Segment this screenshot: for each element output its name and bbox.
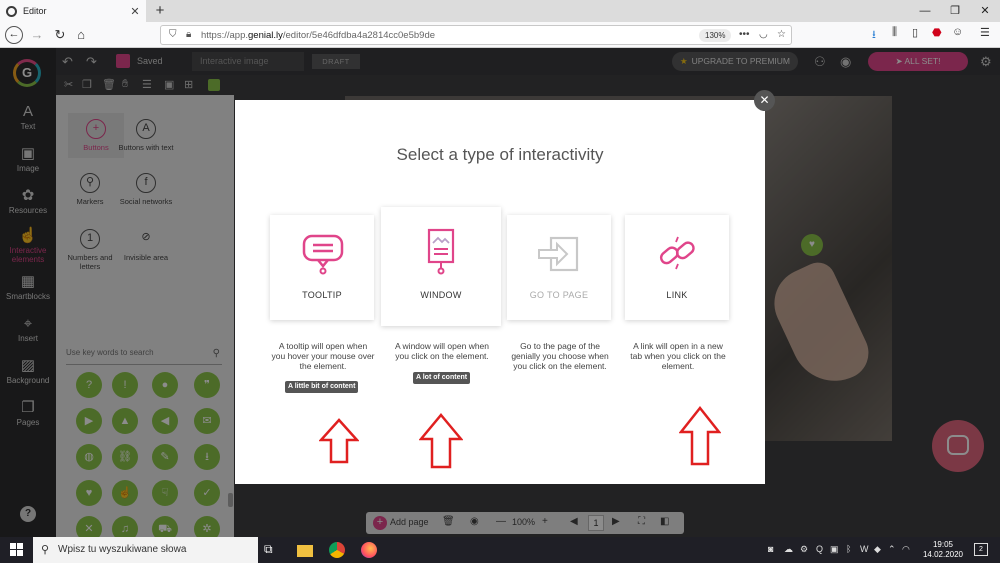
window-close-button[interactable]: ✕ xyxy=(970,0,1000,22)
option-tooltip-card[interactable]: TOOLTIP xyxy=(270,215,374,320)
taskbar-search-placeholder: Wpisz tu wyszukiwane słowa xyxy=(58,544,187,555)
file-explorer-icon[interactable] xyxy=(297,545,313,557)
red-arrow-up-icon xyxy=(679,406,721,466)
word-icon[interactable]: W xyxy=(860,544,869,554)
browser-tab-editor[interactable]: Editor ✕ xyxy=(0,0,146,22)
tab-close-icon[interactable]: ✕ xyxy=(128,5,142,18)
red-arrow-up-icon xyxy=(419,413,463,469)
tracking-shield-icon[interactable]: ⛉ xyxy=(169,29,177,40)
option-label: LINK xyxy=(666,290,688,300)
option-label: TOOLTIP xyxy=(302,290,342,300)
notification-center-icon[interactable]: 2 xyxy=(974,543,988,556)
option-go-to-page-card[interactable]: GO TO PAGE xyxy=(507,215,611,320)
chrome-icon[interactable] xyxy=(329,542,345,558)
reload-button[interactable]: ↻ xyxy=(51,26,69,44)
option-label: GO TO PAGE xyxy=(529,290,589,300)
firefox-icon[interactable] xyxy=(361,542,377,558)
home-button[interactable]: ⌂ xyxy=(72,26,90,44)
tray-icon-q[interactable]: Q xyxy=(816,544,823,554)
option-window-chip: A lot of content xyxy=(413,372,471,384)
clock-date: 14.02.2020 xyxy=(922,550,964,559)
taskbar-search-box[interactable]: ⚲ Wpisz tu wyszukiwane słowa xyxy=(33,537,258,563)
show-hidden-icons-chevron-icon[interactable]: ⌃ xyxy=(888,544,896,555)
option-link-card[interactable]: LINK xyxy=(625,215,729,320)
option-window-description: A window will open when you click on the… xyxy=(394,341,490,361)
library-icon[interactable]: ⫼ xyxy=(892,26,897,39)
pocket-icon[interactable]: ◡ xyxy=(759,29,768,40)
more-actions-icon[interactable]: ••• xyxy=(739,29,750,40)
tray-icon-app2[interactable]: ◆ xyxy=(874,544,881,555)
windows-taskbar: ⚲ Wpisz tu wyszukiwane słowa ⧉ ◙ ☁ ⚙ Q ▣… xyxy=(0,537,1000,563)
back-button[interactable]: ← xyxy=(5,26,23,44)
lock-icon[interactable]: 🔒︎ xyxy=(186,29,191,40)
sidebar-icon[interactable]: ▯ xyxy=(912,26,918,39)
option-window-card[interactable]: WINDOW xyxy=(381,207,501,326)
option-go-to-page-description: Go to the page of the genially you choos… xyxy=(511,341,609,371)
taskbar-clock[interactable]: 19:05 14.02.2020 xyxy=(918,540,968,560)
browser-nav-bar: ← → ↻ ⌂ ⛉ 🔒︎ https://app.genial.ly/edito… xyxy=(0,22,1000,48)
url-bar[interactable]: ⛉ 🔒︎ https://app.genial.ly/editor/5e46df… xyxy=(160,25,792,45)
browser-tab-bar: Editor ✕ + — ❐ ✕ xyxy=(0,0,1000,22)
adblock-icon[interactable]: ⬣ xyxy=(932,26,942,39)
option-tooltip-chip: A little bit of content xyxy=(285,381,359,393)
bookmark-star-icon[interactable]: ☆ xyxy=(777,29,786,40)
genially-favicon-icon xyxy=(6,5,17,17)
download-icon[interactable]: ⭳ xyxy=(872,26,876,45)
modal-close-button[interactable]: ✕ xyxy=(754,90,775,111)
modal-title: Select a type of interactivity xyxy=(396,145,604,164)
windows-start-button[interactable] xyxy=(10,543,23,556)
interactivity-type-modal: Select a type of interactivity TOOLTIP A… xyxy=(235,100,765,484)
tray-icon-app[interactable]: ▣ xyxy=(830,544,839,555)
window-minimize-button[interactable]: — xyxy=(910,0,940,22)
bluetooth-icon[interactable]: ᛒ xyxy=(846,544,851,554)
zoom-level-badge[interactable]: 130% xyxy=(699,29,732,42)
chain-link-icon xyxy=(659,236,695,270)
clock-time: 19:05 xyxy=(932,540,954,549)
tooltip-bubble-icon xyxy=(302,234,344,275)
option-label: WINDOW xyxy=(420,290,462,300)
go-to-page-arrow-icon xyxy=(538,236,579,272)
red-arrow-up-icon xyxy=(319,418,359,464)
hamburger-menu-icon[interactable]: ☰ xyxy=(980,26,990,39)
tray-app-icon[interactable]: ◙ xyxy=(768,544,773,554)
window-restore-button[interactable]: ❐ xyxy=(940,0,970,22)
forward-button[interactable]: → xyxy=(28,26,46,44)
task-view-icon[interactable]: ⧉ xyxy=(264,542,280,558)
option-link-description: A link will open in a new tab when you c… xyxy=(630,341,726,371)
new-tab-button[interactable]: + xyxy=(150,1,170,21)
option-tooltip-description: A tooltip will open when you hover your … xyxy=(271,341,375,371)
tab-title: Editor xyxy=(23,6,47,16)
search-icon: ⚲ xyxy=(41,544,50,556)
tray-icon-gear[interactable]: ⚙ xyxy=(800,544,808,555)
onedrive-cloud-icon[interactable]: ☁ xyxy=(784,544,793,555)
account-icon[interactable]: ☺ xyxy=(952,26,963,38)
window-panel-icon xyxy=(427,228,455,275)
url-text[interactable]: https://app.genial.ly/editor/5e46dfdba4a… xyxy=(201,30,435,41)
wifi-icon[interactable]: ◠ xyxy=(902,544,910,555)
